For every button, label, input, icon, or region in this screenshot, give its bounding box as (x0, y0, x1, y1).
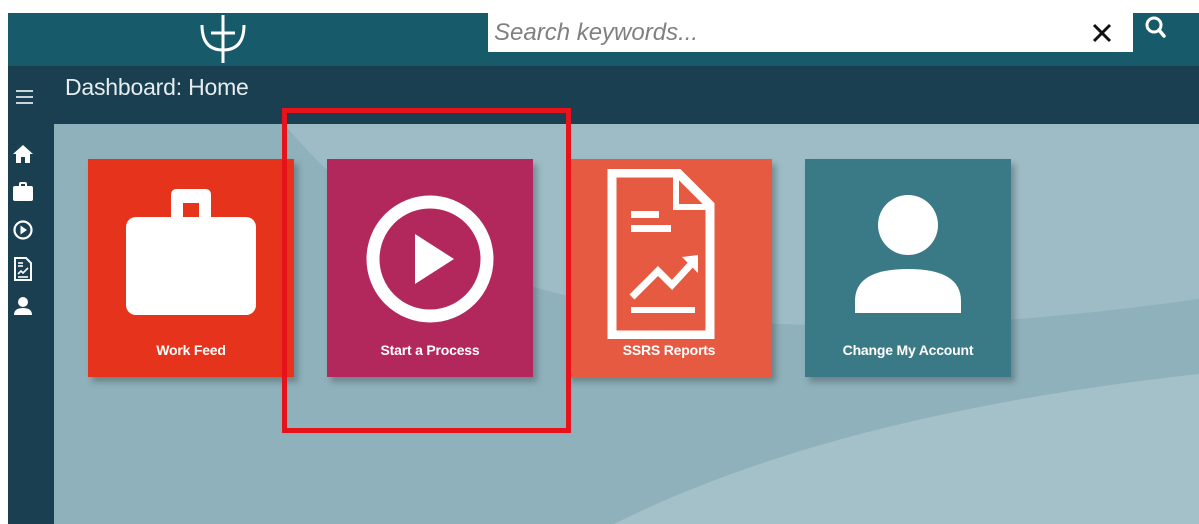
logo (196, 13, 250, 66)
logo-icon (200, 15, 246, 63)
user-icon (855, 195, 961, 313)
tile-ssrs-reports[interactable]: SSRS Reports (566, 159, 772, 377)
search-icon (1145, 16, 1166, 38)
play-circle-icon (13, 220, 33, 240)
sidebar-item-home[interactable] (8, 138, 54, 170)
close-icon (1092, 23, 1112, 43)
app-window: Dashboard: Home (8, 13, 1199, 524)
home-icon (13, 145, 33, 163)
sidebar-item-work-feed[interactable] (8, 176, 54, 208)
tile-start-a-process[interactable]: Start a Process (327, 159, 533, 377)
sidebar-item-reports[interactable] (8, 252, 54, 284)
search-input[interactable] (488, 13, 1078, 52)
top-bar (8, 13, 1199, 66)
menu-button[interactable] (14, 88, 36, 106)
tile-change-my-account[interactable]: Change My Account (805, 159, 1011, 377)
user-icon (14, 297, 32, 315)
search-button[interactable] (1133, 13, 1183, 53)
play-circle-icon (366, 195, 494, 323)
hamburger-icon (16, 90, 33, 104)
sidebar-item-account[interactable] (8, 290, 54, 322)
briefcase-icon (126, 189, 256, 315)
search-bar (488, 13, 1133, 52)
briefcase-icon (13, 182, 33, 201)
sidebar-item-start-process[interactable] (8, 214, 54, 246)
tile-work-feed[interactable]: Work Feed (88, 159, 294, 377)
tile-label: Change My Account (842, 342, 974, 358)
tile-label: SSRS Reports (622, 342, 716, 358)
dashboard-content: Work Feed Start a Process SSRS Reports C… (54, 124, 1199, 524)
page-title: Dashboard: Home (65, 74, 249, 100)
clear-search-button[interactable] (1091, 22, 1113, 44)
tile-label: Start a Process (380, 342, 480, 358)
report-icon (14, 257, 32, 281)
report-icon (607, 169, 715, 339)
sidebar (8, 124, 54, 524)
tile-label: Work Feed (156, 342, 226, 358)
header-bar: Dashboard: Home (8, 66, 1199, 124)
